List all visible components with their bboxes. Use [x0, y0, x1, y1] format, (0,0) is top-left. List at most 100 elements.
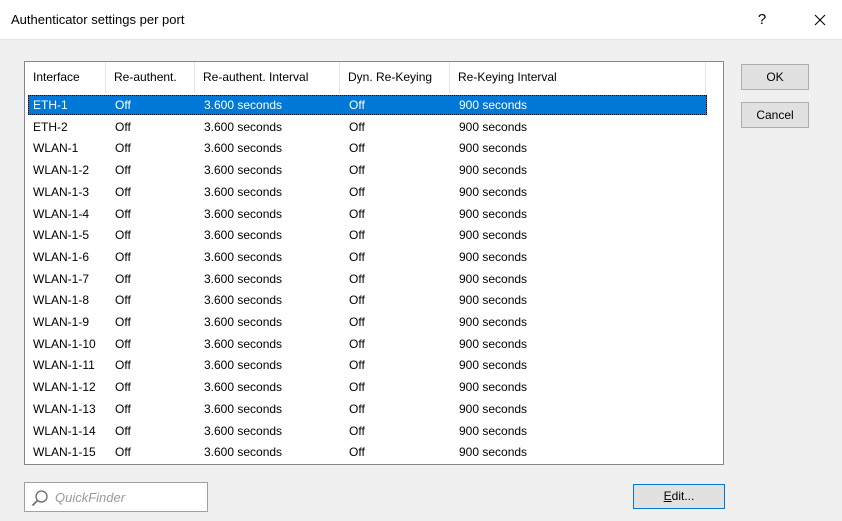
table-cell: 900 seconds: [459, 141, 528, 156]
table-row[interactable]: WLAN-1-15 Off 3.600 seconds Off 900 seconds: [28, 442, 707, 462]
table-cell: 900 seconds: [459, 119, 528, 134]
column-header-re-authent-interval[interactable]: Re-authent. Interval: [195, 62, 340, 93]
table-cell: WLAN-1-3: [33, 184, 90, 199]
column-header-interface[interactable]: Interface: [25, 62, 106, 93]
table-cell: Off: [115, 206, 131, 221]
table-cell: Off: [115, 315, 131, 329]
table-cell: 3.600 seconds: [204, 380, 283, 395]
table-cell: 3.600 seconds: [204, 184, 283, 199]
table-cell: 900 seconds: [459, 315, 528, 329]
table-cell: 900 seconds: [459, 228, 528, 243]
table-cell: Off: [115, 184, 131, 199]
table-cell: 3.600 seconds: [204, 315, 283, 329]
authenticator-settings-dialog: Authenticator settings per port ? Interf…: [0, 0, 842, 521]
column-header-re-authent[interactable]: Re-authent.: [106, 62, 195, 93]
table-row[interactable]: WLAN-1-8 Off 3.600 seconds Off 900 seconds: [28, 290, 707, 310]
table-cell: ETH-1: [33, 98, 68, 112]
table-header: Interface Re-authent. Re-authent. Interv…: [25, 62, 723, 93]
table-cell: Off: [349, 206, 365, 221]
table-cell: 900 seconds: [459, 423, 528, 438]
table-cell: Off: [115, 228, 131, 243]
table-cell: 900 seconds: [459, 445, 528, 460]
table-cell: 3.600 seconds: [204, 163, 283, 178]
table-cell: WLAN-1-15: [33, 445, 96, 460]
table-cell: 3.600 seconds: [204, 271, 283, 286]
close-icon: [814, 14, 826, 26]
table-cell: WLAN-1-11: [33, 358, 95, 373]
search-icon: [31, 490, 48, 507]
table-cell: ETH-2: [33, 119, 68, 134]
table-cell: Off: [349, 271, 365, 286]
table-row[interactable]: WLAN-1 Off 3.600 seconds Off 900 seconds: [28, 138, 707, 158]
table-cell: Off: [115, 445, 131, 460]
table-row[interactable]: ETH-2 Off 3.600 seconds Off 900 seconds: [28, 117, 707, 137]
table-cell: Off: [115, 98, 131, 112]
table-cell: Off: [349, 228, 365, 243]
table-cell: WLAN-1-14: [33, 423, 96, 438]
table-row[interactable]: WLAN-1-3 Off 3.600 seconds Off 900 seconds: [28, 182, 707, 202]
table-cell: Off: [349, 293, 365, 308]
table-cell: 900 seconds: [459, 98, 528, 112]
table-cell: 900 seconds: [459, 336, 528, 351]
table-cell: 3.600 seconds: [204, 336, 283, 351]
table-cell: Off: [115, 423, 131, 438]
edit-label: dit...: [671, 489, 695, 503]
column-header-re-keying-interval[interactable]: Re-Keying Interval: [450, 62, 706, 93]
table-cell: 3.600 seconds: [204, 206, 283, 221]
table-cell: Off: [349, 141, 365, 156]
table-cell: Off: [115, 271, 131, 286]
table-cell: 900 seconds: [459, 206, 528, 221]
table-row[interactable]: WLAN-1-10 Off 3.600 seconds Off 900 seconds: [28, 334, 707, 354]
table-cell: 3.600 seconds: [204, 358, 283, 373]
table-cell: Off: [349, 315, 365, 329]
table-cell: Off: [349, 98, 365, 112]
edit-button[interactable]: Edit...: [633, 484, 725, 509]
table-row[interactable]: WLAN-1-9 Off 3.600 seconds Off 900 seconds: [28, 312, 707, 332]
table-cell: WLAN-1-10: [33, 336, 96, 351]
table-cell: Off: [349, 358, 365, 373]
table-cell: Off: [349, 380, 365, 395]
table-cell: 3.600 seconds: [204, 293, 283, 308]
table-cell: Off: [349, 249, 365, 264]
quickfinder-input[interactable]: QuickFinder: [24, 482, 208, 512]
table-row[interactable]: WLAN-1-12 Off 3.600 seconds Off 900 seconds: [28, 377, 707, 397]
table-row[interactable]: WLAN-1-13 Off 3.600 seconds Off 900 seconds: [28, 399, 707, 419]
table-cell: Off: [115, 293, 131, 308]
table-row[interactable]: WLAN-1-6 Off 3.600 seconds Off 900 seconds: [28, 247, 707, 267]
table-cell: 900 seconds: [459, 249, 528, 264]
table-cell: WLAN-1-12: [33, 380, 96, 395]
table-row[interactable]: ETH-1 Off 3.600 seconds Off 900 seconds: [28, 95, 707, 115]
table-row[interactable]: WLAN-1-2 Off 3.600 seconds Off 900 seconds: [28, 160, 707, 180]
table-cell: 3.600 seconds: [204, 423, 283, 438]
close-button[interactable]: [805, 9, 835, 31]
column-header-dyn-re-keying[interactable]: Dyn. Re-Keying: [340, 62, 450, 93]
table-row[interactable]: WLAN-1-4 Off 3.600 seconds Off 900 seconds: [28, 204, 707, 224]
table-cell: 900 seconds: [459, 358, 528, 373]
table-row[interactable]: WLAN-1-7 Off 3.600 seconds Off 900 seconds: [28, 269, 707, 289]
quickfinder-placeholder: QuickFinder: [55, 490, 126, 505]
table-cell: 3.600 seconds: [204, 228, 283, 243]
port-settings-table[interactable]: Interface Re-authent. Re-authent. Interv…: [24, 61, 724, 465]
table-cell: 3.600 seconds: [204, 119, 283, 134]
table-cell: WLAN-1-2: [33, 163, 90, 178]
table-cell: 3.600 seconds: [204, 141, 283, 156]
table-cell: Off: [115, 336, 131, 351]
table-cell: 900 seconds: [459, 163, 528, 178]
ok-button[interactable]: OK: [741, 64, 809, 90]
table-cell: 3.600 seconds: [204, 401, 283, 416]
window-title: Authenticator settings per port: [11, 12, 185, 27]
table-cell: WLAN-1-8: [33, 293, 90, 308]
table-cell: WLAN-1-7: [33, 271, 90, 286]
table-cell: WLAN-1: [33, 141, 79, 156]
help-button[interactable]: ?: [752, 9, 772, 31]
table-row[interactable]: WLAN-1-11 Off 3.600 seconds Off 900 seconds: [28, 355, 707, 375]
table-cell: Off: [349, 163, 365, 178]
table-cell: 900 seconds: [459, 293, 528, 308]
table-cell: 900 seconds: [459, 184, 528, 199]
cancel-button[interactable]: Cancel: [741, 102, 809, 128]
table-row[interactable]: WLAN-1-14 Off 3.600 seconds Off 900 seconds: [28, 421, 707, 441]
table-cell: Off: [349, 401, 365, 416]
table-row[interactable]: WLAN-1-5 Off 3.600 seconds Off 900 seconds: [28, 225, 707, 245]
table-cell: Off: [115, 380, 131, 395]
table-cell: Off: [115, 119, 131, 134]
